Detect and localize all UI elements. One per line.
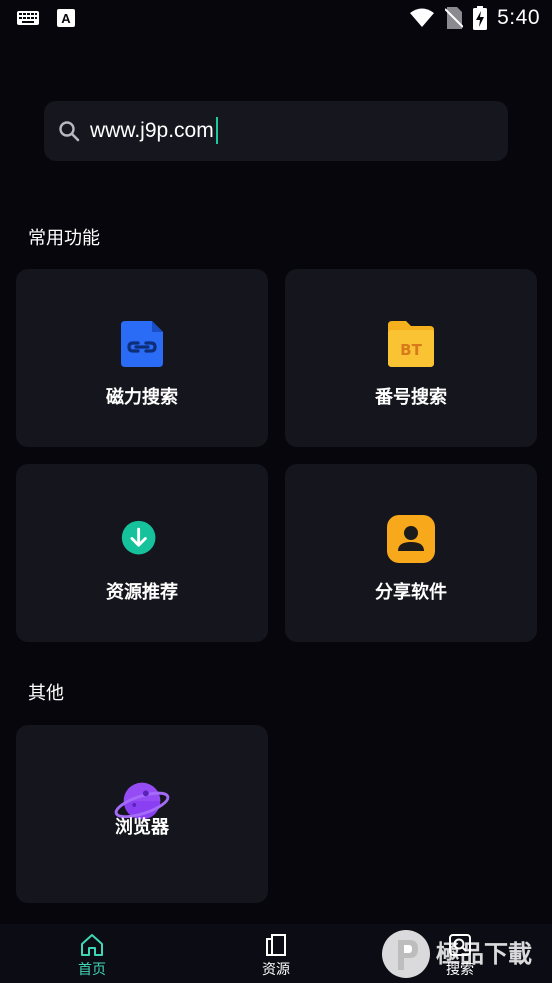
search-input-value: www.j9p.com [90,118,214,142]
app-screen: A 5:40 www.j9p.com 常用功能 磁力搜索 BT 番号搜索 资源推… [0,0,552,983]
svg-text:A: A [61,11,71,26]
browser-card[interactable]: 浏览器 [16,725,268,903]
nav-search[interactable]: 搜索 [420,924,500,983]
browser-label: 浏览器 [115,817,169,838]
nav-home-label: 首页 [78,962,106,978]
magnet-search-card[interactable]: 磁力搜索 [16,269,268,447]
text-caret [215,117,218,144]
download-circle-icon [121,520,156,555]
wifi-icon [410,8,435,27]
nav-resources[interactable]: 资源 [236,924,316,983]
bt-folder-icon: BT [388,321,434,367]
share-software-card[interactable]: 分享软件 [285,464,537,642]
status-right: 5:40 [409,6,540,30]
code-search-card[interactable]: BT 番号搜索 [285,269,537,447]
battery-charging-icon [473,6,488,30]
nav-home[interactable]: 首页 [52,924,132,983]
search-icon [59,121,80,142]
no-sim-icon [445,7,464,29]
user-badge-icon [387,515,435,563]
search-square-icon [449,934,471,956]
resource-recommend-card[interactable]: 资源推荐 [16,464,268,642]
bottom-nav: 首页 资源 搜索 [0,924,552,983]
magnet-search-label: 磁力搜索 [106,387,178,408]
section-title-other: 其他 [28,683,64,704]
search-bar[interactable]: www.j9p.com [44,101,508,161]
link-document-icon [121,321,163,367]
section-title-common: 常用功能 [28,228,100,249]
share-software-label: 分享软件 [375,582,447,603]
pages-icon [266,934,286,956]
font-a-icon: A [57,9,75,27]
status-time: 5:40 [497,6,540,29]
nav-resources-label: 资源 [262,962,290,978]
home-icon [81,934,103,956]
status-bar: A 5:40 [0,0,552,38]
resource-recommend-label: 资源推荐 [106,582,178,603]
bt-text: BT [400,341,422,359]
keyboard-icon [17,11,39,25]
status-left: A [17,9,75,27]
search-input[interactable]: www.j9p.com [90,117,218,144]
code-search-label: 番号搜索 [375,387,447,408]
nav-search-label: 搜索 [446,962,474,978]
